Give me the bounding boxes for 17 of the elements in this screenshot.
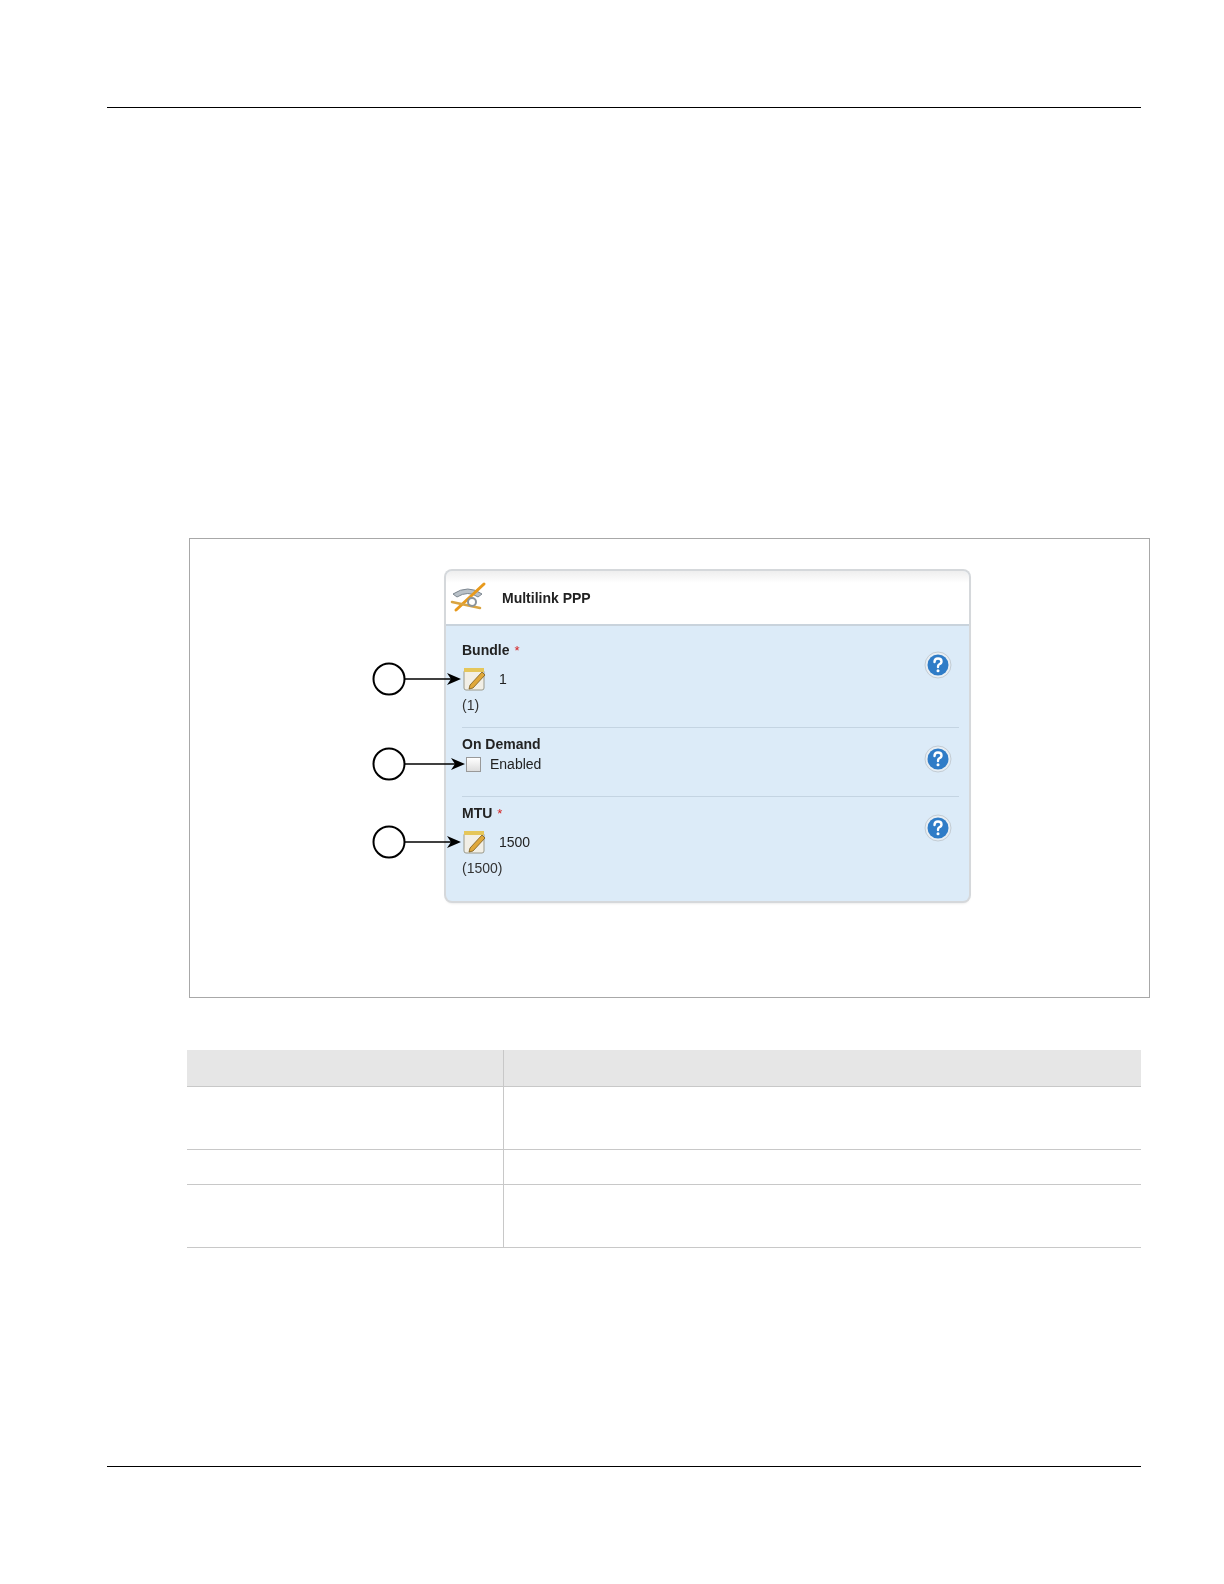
default-value: (1) [462,697,481,713]
panel-title: Multilink PPP [502,589,591,606]
notepad-pencil-icon[interactable] [462,829,488,855]
checkbox-label: Enabled [490,756,542,772]
required-mark: * [497,806,503,821]
field-label: On Demand [462,736,541,752]
checkbox[interactable] [466,756,481,772]
default-value: (1500) [462,860,504,876]
help-icon[interactable] [924,745,952,773]
notepad-pencil-icon[interactable] [462,666,488,692]
field-value: 1 [499,671,507,687]
field-value: 1500 [499,834,531,850]
field-label: MTU [462,805,493,821]
help-icon[interactable] [924,651,952,679]
field-label: Bundle [462,642,510,658]
required-mark: * [514,643,520,658]
help-icon[interactable] [924,814,952,842]
